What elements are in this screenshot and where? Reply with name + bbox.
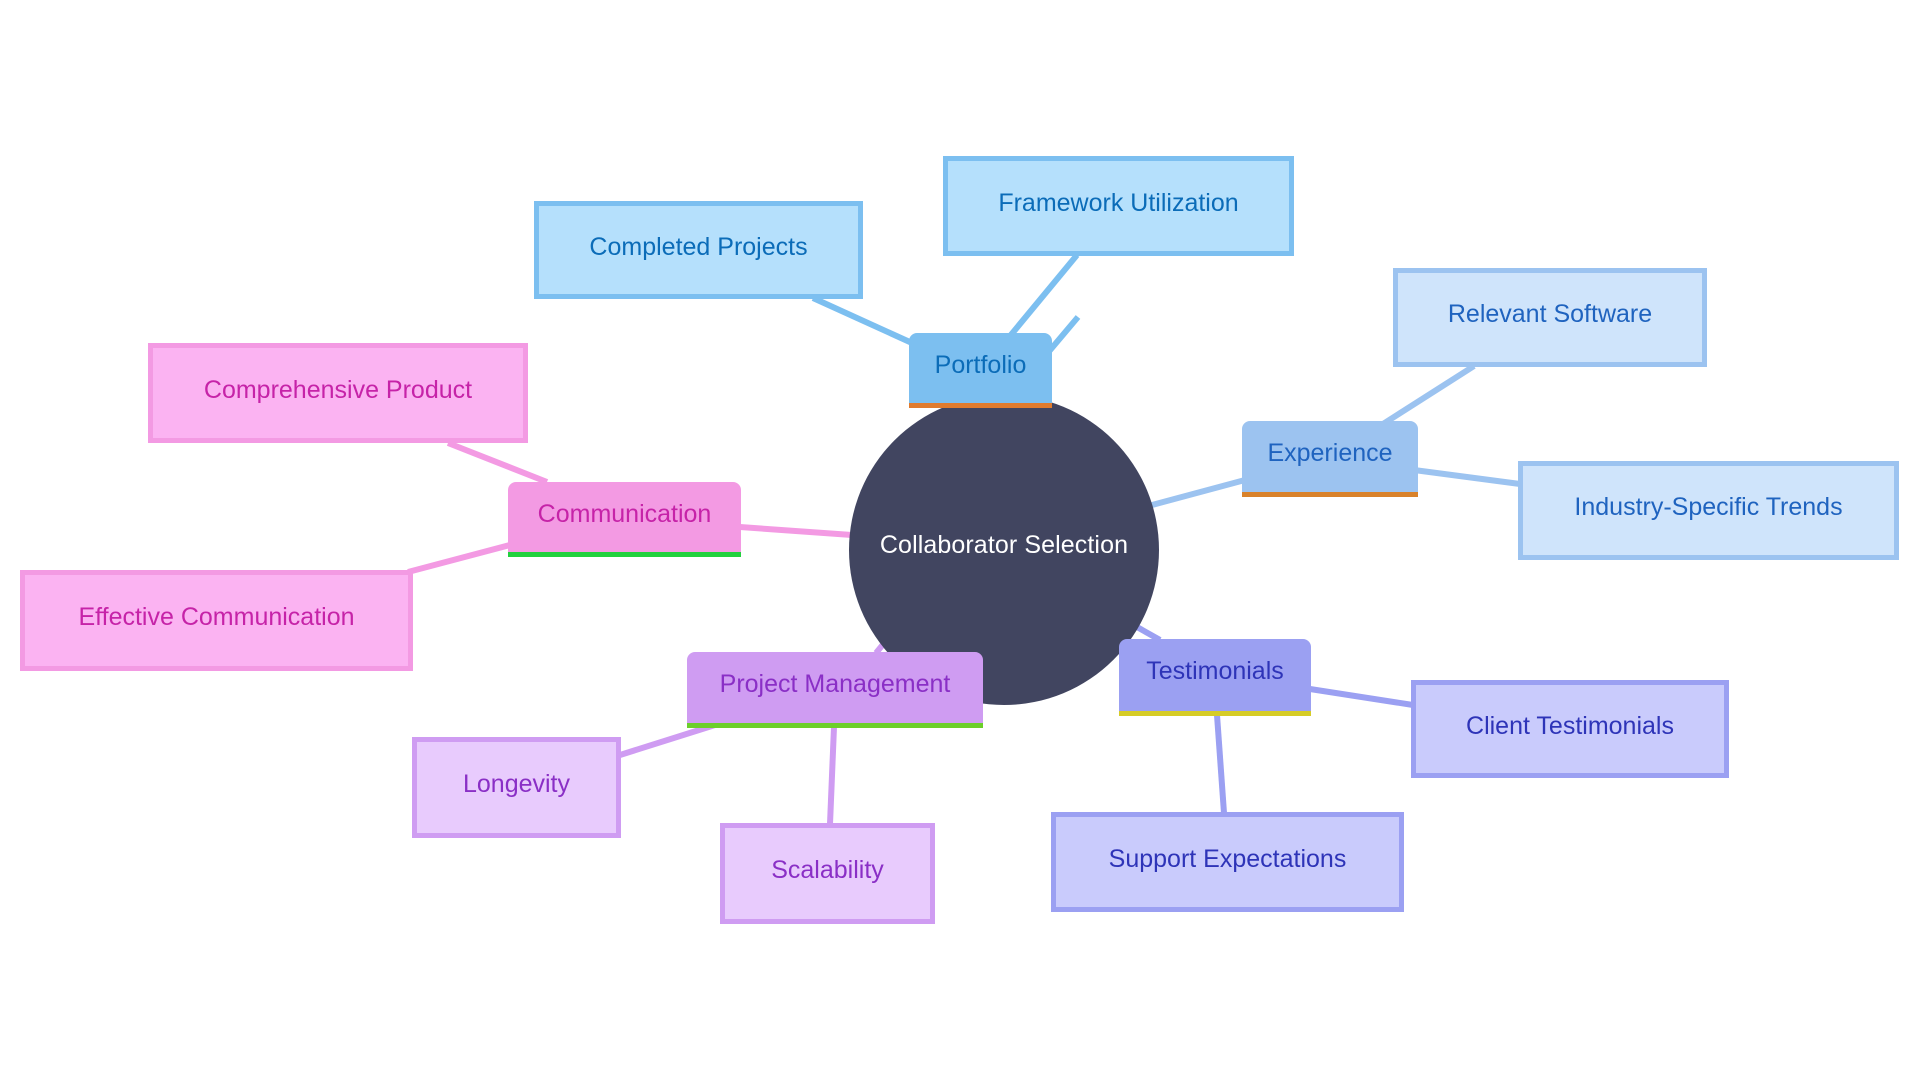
branch-node-testimonials[interactable]: Testimonials xyxy=(1119,639,1311,716)
leaf-node-framework-utilization[interactable]: Framework Utilization xyxy=(943,156,1294,256)
connector-effective-communication xyxy=(407,542,511,575)
branch-underline xyxy=(1119,711,1311,716)
leaf-node-label: Completed Projects xyxy=(589,232,808,261)
leaf-node-label: Framework Utilization xyxy=(998,188,1239,217)
connector-support-expectations xyxy=(1214,714,1227,814)
leaf-node-label: Longevity xyxy=(462,770,571,798)
leaf-node-support-expectations[interactable]: Support Expectations xyxy=(1051,812,1404,912)
connector-framework-utilization xyxy=(1007,253,1080,338)
root-node-label: Collaborator Selection xyxy=(879,530,1129,559)
leaf-node-label: Relevant Software xyxy=(1447,300,1653,328)
branch-node-communication[interactable]: Communication xyxy=(508,482,741,557)
leaf-node-relevant-software[interactable]: Relevant Software xyxy=(1393,268,1707,367)
branch-underline xyxy=(687,723,983,728)
leaf-node-label: Client Testimonials xyxy=(1466,711,1674,740)
connector-client-testimonials xyxy=(1309,686,1414,708)
branch-node-label: Portfolio xyxy=(934,351,1027,379)
connector-industry-specific-trends xyxy=(1413,467,1521,487)
branch-node-label: Testimonials xyxy=(1146,657,1284,685)
connector-communication xyxy=(739,524,853,538)
branch-underline xyxy=(508,552,741,557)
leaf-node-label: Industry-Specific Trends xyxy=(1574,493,1843,521)
branch-node-experience[interactable]: Experience xyxy=(1242,421,1418,497)
leaf-node-client-testimonials[interactable]: Client Testimonials xyxy=(1411,680,1729,778)
leaf-node-label: Scalability xyxy=(771,856,884,884)
connector-comprehensive-product xyxy=(446,440,549,485)
branch-node-portfolio[interactable]: Portfolio xyxy=(909,333,1052,408)
connector-longevity xyxy=(619,722,716,758)
leaf-node-label: Comprehensive Product xyxy=(203,375,473,404)
leaf-node-effective-communication[interactable]: Effective Communication xyxy=(20,570,413,671)
branch-node-label: Project Management xyxy=(719,670,951,698)
connector-completed-projects xyxy=(811,295,914,346)
branch-node-label: Communication xyxy=(537,500,712,528)
leaf-node-completed-projects[interactable]: Completed Projects xyxy=(534,201,863,299)
branch-underline xyxy=(1242,492,1418,497)
leaf-node-comprehensive-product[interactable]: Comprehensive Product xyxy=(148,343,528,443)
branch-underline xyxy=(909,403,1052,408)
connector-experience xyxy=(1151,477,1246,508)
branch-node-project-management[interactable]: Project Management xyxy=(687,652,983,728)
branch-node-label: Experience xyxy=(1267,439,1393,467)
leaf-node-longevity[interactable]: Longevity xyxy=(412,737,621,838)
leaf-node-scalability[interactable]: Scalability xyxy=(720,823,935,924)
leaf-node-label: Effective Communication xyxy=(78,603,355,631)
connector-relevant-software xyxy=(1381,363,1476,427)
leaf-node-industry-specific-trends[interactable]: Industry-Specific Trends xyxy=(1518,461,1899,560)
connector-scalability xyxy=(827,726,837,825)
mindmap-canvas: Collaborator Selection Portfolio Complet… xyxy=(0,0,1920,1080)
leaf-node-label: Support Expectations xyxy=(1108,844,1347,873)
